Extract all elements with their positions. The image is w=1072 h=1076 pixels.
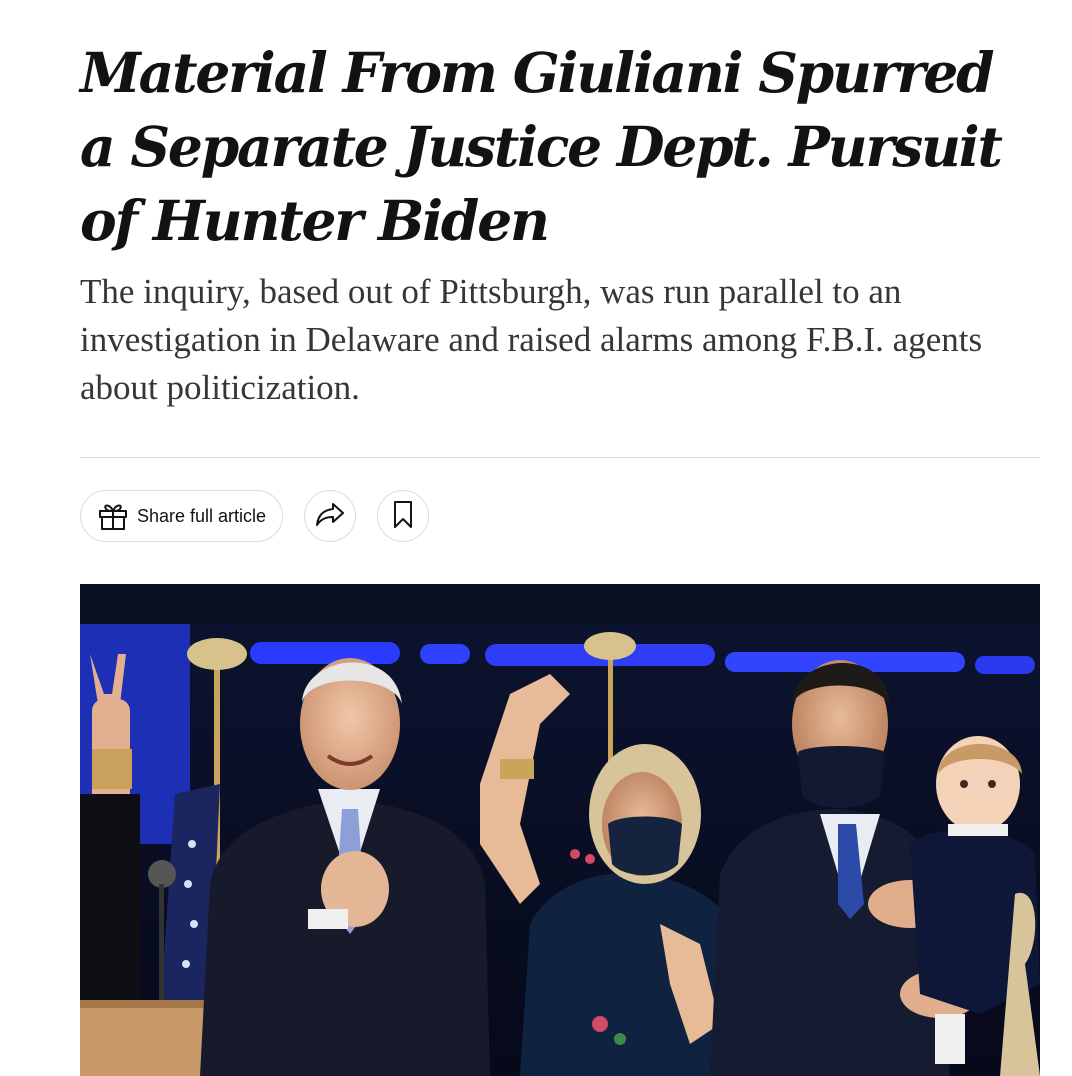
- article-headline: Material From Giuliani Spurred a Separat…: [80, 40, 1003, 253]
- article-page: Material From Giuliani Spurred a Separat…: [0, 0, 1072, 1076]
- divider: [80, 457, 1040, 458]
- share-button-label: Share full article: [137, 505, 267, 526]
- lead-photo: [80, 584, 1040, 1076]
- share-arrow-button[interactable]: [304, 490, 356, 542]
- bookmark-button[interactable]: [377, 490, 429, 542]
- article-summary: The inquiry, based out of Pittsburgh, wa…: [80, 272, 983, 407]
- bookmark-icon: [387, 498, 419, 535]
- share-full-article-button[interactable]: Share full article: [80, 490, 283, 542]
- gift-icon: [97, 500, 129, 532]
- share-arrow-icon: [314, 498, 346, 535]
